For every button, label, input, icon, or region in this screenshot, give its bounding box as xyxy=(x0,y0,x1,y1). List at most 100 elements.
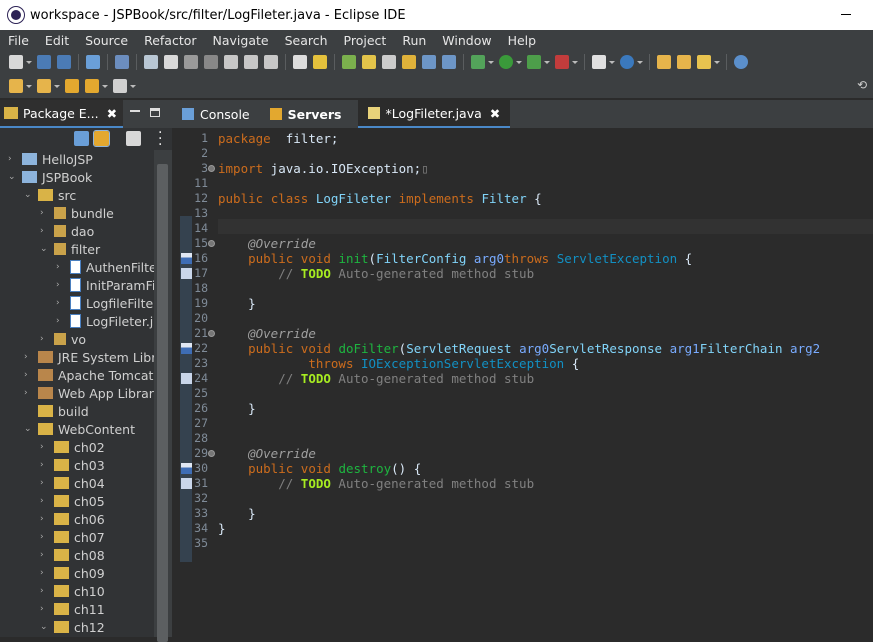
tree-item[interactable]: › ch08 xyxy=(40,546,105,564)
coverage-icon[interactable] xyxy=(527,55,541,69)
fold-toggle-icon[interactable] xyxy=(208,165,215,172)
link-with-editor-icon[interactable] xyxy=(93,130,110,147)
resume-icon[interactable] xyxy=(144,55,158,69)
fold-toggle-icon[interactable] xyxy=(208,330,215,337)
menu-window[interactable]: Window xyxy=(434,33,499,48)
step-return-icon[interactable] xyxy=(264,55,278,69)
expand-toggle-icon[interactable]: › xyxy=(40,514,48,524)
expand-toggle-icon[interactable]: ⌄ xyxy=(24,190,32,200)
tree-item[interactable]: › ch10 xyxy=(40,582,105,600)
tree-item[interactable]: › ch04 xyxy=(40,474,105,492)
task-marker-icon[interactable] xyxy=(181,478,192,489)
tree-item[interactable]: › bundle xyxy=(40,204,114,222)
menu-run[interactable]: Run xyxy=(394,33,434,48)
save-all-icon[interactable] xyxy=(57,55,71,69)
step-over-icon[interactable] xyxy=(244,55,258,69)
expand-toggle-icon[interactable]: › xyxy=(40,568,48,578)
new-wizard-icon[interactable] xyxy=(620,55,634,69)
tree-item[interactable]: › vo xyxy=(40,330,86,348)
tree-item[interactable]: ⌄ WebContent xyxy=(24,420,135,438)
step-into-icon[interactable] xyxy=(224,55,238,69)
new-icon[interactable] xyxy=(9,55,23,69)
tree-item[interactable]: › ch03 xyxy=(40,456,105,474)
disconnect-icon[interactable] xyxy=(204,55,218,69)
tree-item[interactable]: › ch05 xyxy=(40,492,105,510)
tree-item[interactable]: › LogFileter.java xyxy=(56,312,154,330)
tab-console[interactable]: Console xyxy=(172,100,260,128)
expand-toggle-icon[interactable]: ⌄ xyxy=(40,622,48,632)
close-icon[interactable]: ✖ xyxy=(107,106,117,121)
menu-navigate[interactable]: Navigate xyxy=(205,33,277,48)
debug-icon[interactable] xyxy=(471,55,485,69)
expand-toggle-icon[interactable]: › xyxy=(40,532,48,542)
expand-toggle-icon[interactable]: ⌄ xyxy=(24,424,32,434)
close-icon[interactable]: ✖ xyxy=(490,106,500,121)
tree-item[interactable]: › ch11 xyxy=(40,600,105,618)
package-explorer-tab[interactable]: Package E... ✖ xyxy=(0,100,124,128)
view-menu-icon[interactable]: · · · xyxy=(158,126,162,152)
expand-toggle-icon[interactable]: › xyxy=(24,352,32,362)
tree-item[interactable]: › HelloJSP xyxy=(8,150,93,168)
menu-source[interactable]: Source xyxy=(77,33,136,48)
open-folder-icon[interactable] xyxy=(657,55,671,69)
tree-item[interactable]: › Apache Tomcat v xyxy=(24,366,154,384)
tree-item[interactable]: › ch06 xyxy=(40,510,105,528)
code-editor[interactable]: package filter; import java.io.IOExceptio… xyxy=(218,128,873,637)
expand-toggle-icon[interactable]: › xyxy=(24,370,32,380)
external-tools-icon[interactable] xyxy=(555,55,569,69)
tree-item[interactable]: ⌄ src xyxy=(24,186,76,204)
explorer-scrollbar[interactable] xyxy=(154,150,172,642)
expand-toggle-icon[interactable]: › xyxy=(40,208,48,218)
focus-icon[interactable] xyxy=(126,131,141,146)
fold-toggle-icon[interactable] xyxy=(208,450,215,457)
drop-to-frame-icon[interactable] xyxy=(313,55,327,69)
tree-item[interactable]: › dao xyxy=(40,222,94,240)
expand-toggle-icon[interactable]: ⌄ xyxy=(40,244,48,254)
forward-icon[interactable] xyxy=(113,79,127,93)
expand-toggle-icon[interactable]: › xyxy=(40,334,48,344)
tree-item[interactable]: ⌄ ch12 xyxy=(40,618,105,636)
minimize-window-icon[interactable] xyxy=(841,14,851,15)
toggle-highlight-icon[interactable] xyxy=(362,55,376,69)
menu-refactor[interactable]: Refactor xyxy=(136,33,204,48)
override-marker-icon[interactable] xyxy=(181,463,192,474)
expand-toggle-icon[interactable]: › xyxy=(56,316,64,326)
expand-toggle-icon[interactable]: › xyxy=(40,550,48,560)
expand-toggle-icon[interactable]: › xyxy=(56,280,64,290)
console-icon[interactable] xyxy=(86,55,100,69)
menu-edit[interactable]: Edit xyxy=(37,33,77,48)
tab-servers[interactable]: Servers xyxy=(260,100,352,128)
tree-item[interactable]: › ch07 xyxy=(40,528,105,546)
chevron-right-icon[interactable]: ⟲ xyxy=(857,78,867,92)
show-whitespace-icon[interactable] xyxy=(442,55,456,69)
tree-item[interactable]: › LogfileFilter.java xyxy=(56,294,154,312)
expand-toggle-icon[interactable]: › xyxy=(40,496,48,506)
expand-toggle-icon[interactable]: ⌄ xyxy=(8,172,16,182)
expand-toggle-icon[interactable]: › xyxy=(56,298,64,308)
run-icon[interactable] xyxy=(499,55,513,69)
terminate-icon[interactable] xyxy=(184,55,198,69)
collapse-all-icon[interactable] xyxy=(74,131,89,146)
expand-toggle-icon[interactable]: › xyxy=(40,460,48,470)
new-server-icon[interactable] xyxy=(592,55,606,69)
previous-annotation-icon[interactable] xyxy=(37,79,51,93)
next-annotation-icon[interactable] xyxy=(9,79,23,93)
open-type-icon[interactable] xyxy=(402,55,416,69)
back-icon[interactable] xyxy=(85,79,99,93)
expand-toggle-icon[interactable]: › xyxy=(8,154,16,164)
expand-toggle-icon[interactable]: › xyxy=(40,586,48,596)
menu-help[interactable]: Help xyxy=(500,33,545,48)
suspend-icon[interactable] xyxy=(164,55,178,69)
toggle-mark-occurrences-icon[interactable] xyxy=(382,55,396,69)
tree-item[interactable]: › JRE System Library xyxy=(24,348,154,366)
skip-breakpoints-icon[interactable] xyxy=(115,55,129,69)
expand-toggle-icon[interactable]: › xyxy=(24,388,32,398)
save-icon[interactable] xyxy=(37,55,51,69)
new-java-project-icon[interactable] xyxy=(342,55,356,69)
tree-item[interactable]: › InitParamFilter.java xyxy=(56,276,154,294)
task-marker-icon[interactable] xyxy=(181,373,192,384)
open-task-icon[interactable] xyxy=(677,55,691,69)
menu-file[interactable]: File xyxy=(0,33,37,48)
override-marker-icon[interactable] xyxy=(181,343,192,354)
expand-toggle-icon[interactable]: › xyxy=(40,442,48,452)
